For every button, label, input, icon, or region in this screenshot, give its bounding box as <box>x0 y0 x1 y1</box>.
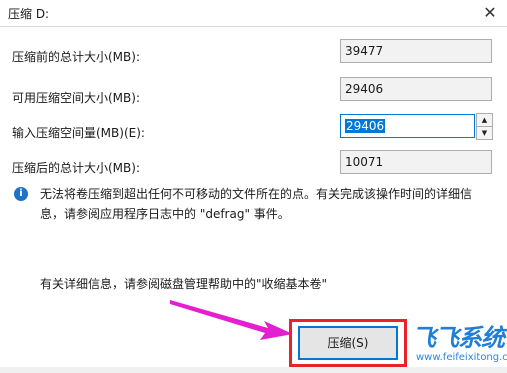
pointer-arrow-icon <box>170 300 293 340</box>
watermark-logo: 飞飞系统 <box>412 324 505 352</box>
title-divider <box>0 26 507 27</box>
label-total-after: 压缩后的总计大小(MB): <box>12 161 140 175</box>
label-available-space: 可用压缩空间大小(MB): <box>12 91 140 105</box>
shrink-amount-value: 29406 <box>345 119 386 133</box>
highlight-box <box>289 319 407 367</box>
close-icon[interactable]: ✕ <box>479 2 501 24</box>
spin-up-icon[interactable]: ▲ <box>476 113 493 127</box>
info-icon: i <box>14 187 28 201</box>
info-message: 无法将卷压缩到超出任何不可移动的文件所在的点。有关完成该操作时间的详细信息，请参… <box>40 187 473 221</box>
watermark: 飞飞系统 www.feifeixitong.com <box>408 318 507 372</box>
field-total-before: 39477 <box>340 39 492 63</box>
label-total-before: 压缩前的总计大小(MB): <box>12 50 140 64</box>
details-text: 有关详细信息，请参阅磁盘管理帮助中的"收缩基本卷" <box>40 277 328 291</box>
label-shrink-amount: 输入压缩空间量(MB)(E): <box>12 126 145 140</box>
shrink-amount-input[interactable]: 29406 <box>340 114 475 138</box>
title-bar: 压缩 D: ✕ <box>0 0 507 26</box>
field-total-after: 10071 <box>340 150 492 174</box>
field-available-space: 29406 <box>340 77 492 101</box>
window-title: 压缩 D: <box>8 7 50 21</box>
watermark-url: www.feifeixitong.com <box>416 352 507 363</box>
shrink-amount-spinner[interactable]: ▲ ▼ <box>476 113 493 140</box>
spin-down-icon[interactable]: ▼ <box>476 126 493 140</box>
bottom-bar <box>0 367 507 373</box>
